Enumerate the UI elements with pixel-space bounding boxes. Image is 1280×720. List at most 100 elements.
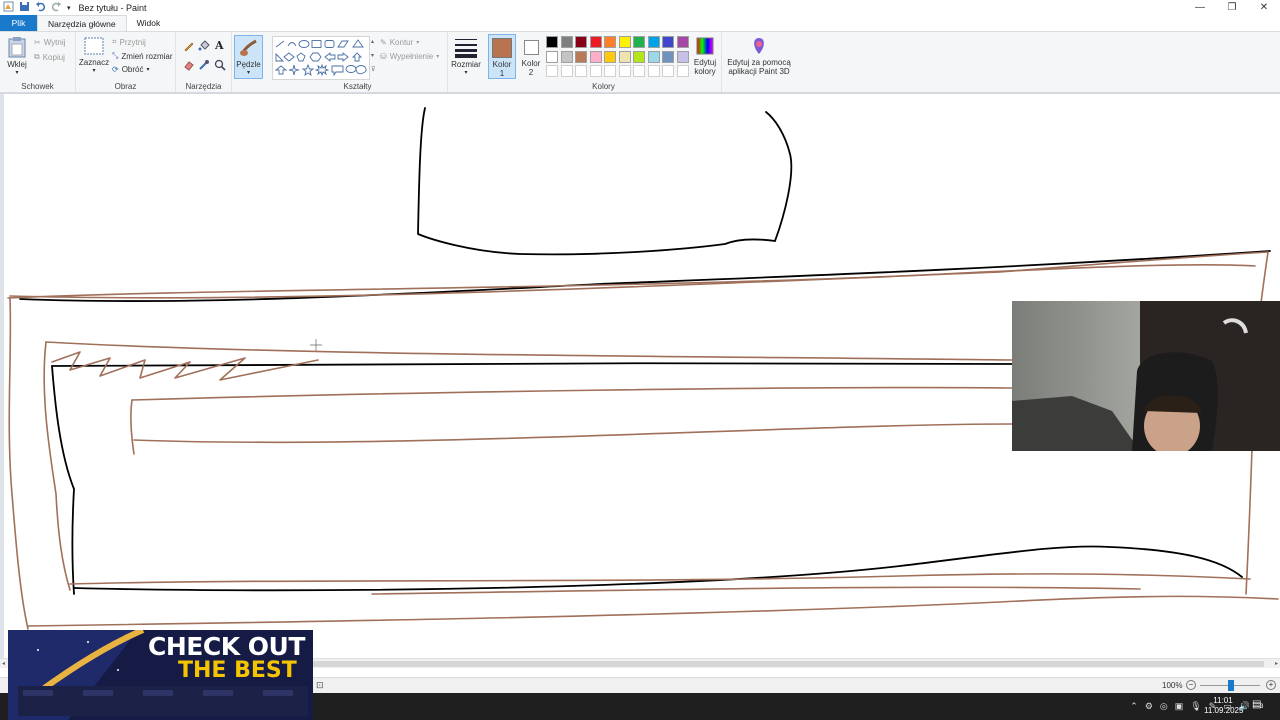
paste-button[interactable]: Wklej ▾	[4, 36, 30, 78]
scroll-right-icon[interactable]: ▸	[1275, 660, 1278, 667]
zoom-in-button[interactable]: +	[1266, 680, 1276, 690]
palette-color-swatch[interactable]	[546, 50, 558, 63]
notification-button[interactable]: ▤ 3	[1252, 699, 1266, 713]
outline-button[interactable]: ✎ Kontur ▾	[380, 38, 419, 47]
network-icon[interactable]: ⚙	[1145, 701, 1153, 712]
color2-button[interactable]: Kolor 2	[518, 34, 544, 79]
paint3d-icon	[750, 36, 768, 58]
customize-qat-icon[interactable]: ▾	[67, 4, 71, 12]
palette-color-swatch[interactable]	[604, 36, 616, 48]
palette-color-swatch[interactable]	[647, 36, 660, 48]
quick-access-toolbar: ▾	[0, 0, 71, 15]
palette-color-swatch[interactable]	[662, 50, 674, 63]
custom-color-slot[interactable]	[633, 65, 645, 77]
rotate-button[interactable]: ⟳ Obróć ▾	[112, 65, 150, 74]
scroll-left-icon[interactable]: ◂	[2, 660, 5, 667]
colors-group-label: Kolory	[592, 82, 615, 91]
tab-home[interactable]: Narzędzia główne	[37, 15, 127, 31]
select-button[interactable]: Zaznacz ▾	[79, 36, 109, 76]
palette-color-swatch[interactable]	[676, 36, 689, 48]
shapes-gallery[interactable]	[272, 36, 370, 80]
minimize-button[interactable]: —	[1184, 0, 1216, 15]
tab-file[interactable]: Plik	[0, 15, 37, 31]
pencil-icon[interactable]	[183, 40, 195, 54]
edit-colors-button[interactable]: Edytuj kolory	[690, 36, 720, 76]
line-width-icon	[454, 36, 478, 60]
custom-color-slot[interactable]	[604, 65, 616, 77]
app-tray-icon-2[interactable]: ▣	[1175, 701, 1184, 712]
text-tool-icon[interactable]: A	[215, 39, 224, 52]
palette-color-swatch[interactable]	[546, 36, 558, 48]
resize-button[interactable]: ⤡ Zmień rozmiar	[112, 51, 173, 61]
band-top	[131, 386, 1013, 401]
promo-overlay: CHECK OUT THE BEST	[8, 630, 313, 720]
outline-label: Kontur	[389, 38, 414, 47]
fill-label: Wypełnienie	[389, 52, 434, 61]
zoom-slider-thumb[interactable]	[1228, 680, 1234, 691]
clock[interactable]: 11:01 11.09.2025	[1204, 696, 1243, 716]
palette-color-swatch[interactable]	[618, 50, 631, 63]
brushes-button[interactable]: Pędzle ▾	[234, 35, 263, 79]
palette-color-swatch[interactable]	[589, 50, 602, 63]
fill-bucket-icon[interactable]	[198, 40, 210, 54]
chevron-down-icon: ▾	[246, 70, 250, 76]
palette-color-swatch[interactable]	[633, 36, 645, 48]
custom-color-slot[interactable]	[575, 65, 587, 77]
microphone-icon[interactable]: 🎙	[1190, 701, 1201, 712]
palette-color-swatch[interactable]	[604, 50, 616, 63]
window-controls: — ❐ ✕	[1184, 0, 1280, 15]
title-bar: ▾ Bez tytułu - Paint — ❐ ✕	[0, 0, 1280, 15]
maximize-button[interactable]: ❐	[1216, 0, 1248, 15]
chevron-up-icon[interactable]: ⌃	[1130, 701, 1138, 712]
palette-color-swatch[interactable]	[647, 50, 660, 63]
color2-label: Kolor 2	[521, 59, 541, 77]
color2-swatch	[523, 40, 539, 55]
tab-view[interactable]: Widok	[127, 15, 171, 31]
palette-color-swatch[interactable]	[575, 50, 587, 63]
paint-window: ▾ Bez tytułu - Paint — ❐ ✕ Plik Narzędzi…	[0, 0, 1280, 720]
eraser-icon[interactable]	[183, 59, 195, 73]
paint3d-button[interactable]: Edytuj za pomocą aplikacji Paint 3D	[726, 36, 792, 76]
shapes-gallery-icons	[274, 39, 367, 77]
palette-color-swatch[interactable]	[676, 50, 689, 63]
shapes-scroll-up-icon[interactable]: ▴	[371, 38, 374, 45]
custom-color-slot[interactable]	[676, 65, 689, 77]
save-icon[interactable]	[19, 1, 30, 14]
custom-color-slot[interactable]	[647, 65, 660, 77]
select-label: Zaznacz	[78, 58, 110, 67]
palette-color-swatch[interactable]	[618, 36, 631, 48]
magnifier-icon[interactable]	[214, 59, 226, 73]
color1-swatch	[492, 38, 512, 58]
custom-color-slot[interactable]	[589, 65, 602, 77]
palette-color-swatch[interactable]	[633, 50, 645, 63]
palette-color-swatch[interactable]	[575, 36, 587, 48]
redo-icon[interactable]	[51, 1, 62, 14]
tools-group-label: Narzędzia	[185, 82, 222, 91]
custom-color-slot[interactable]	[546, 65, 558, 77]
app-tray-icon[interactable]: ◎	[1160, 701, 1168, 712]
clipboard-group-label: Schowek	[21, 82, 54, 91]
zoom-out-button[interactable]: −	[1186, 680, 1196, 690]
cut-button[interactable]: ✂ Wytnij	[34, 38, 65, 47]
color-picker-icon[interactable]	[198, 59, 210, 73]
shapes-expand-icon[interactable]: ⊽	[371, 66, 375, 73]
size-button[interactable]: Rozmiar ▾	[450, 36, 482, 78]
custom-color-slot[interactable]	[560, 65, 573, 77]
crop-button[interactable]: ⌗ Przytnij	[112, 37, 146, 47]
custom-color-slot[interactable]	[618, 65, 631, 77]
color1-label: Kolor 1	[492, 60, 512, 78]
ribbon-tabs: Plik Narzędzia główne Widok	[0, 15, 1280, 31]
palette-color-swatch[interactable]	[589, 36, 602, 48]
undo-icon[interactable]	[35, 1, 46, 14]
close-button[interactable]: ✕	[1248, 0, 1280, 15]
brush-icon	[238, 38, 260, 60]
palette-color-swatch[interactable]	[662, 36, 674, 48]
edit-colors-label: Edytuj kolory	[693, 58, 717, 76]
copy-button[interactable]: ⧉ Kopiuj	[34, 52, 65, 62]
custom-color-slot[interactable]	[662, 65, 674, 77]
color1-button[interactable]: Kolor 1	[488, 34, 516, 79]
palette-color-swatch[interactable]	[560, 36, 573, 48]
shapes-scroll-down-icon[interactable]: ▾	[371, 52, 374, 59]
palette-color-swatch[interactable]	[560, 50, 573, 63]
fill-button[interactable]: ⛁ Wypełnienie ▾	[380, 52, 439, 61]
